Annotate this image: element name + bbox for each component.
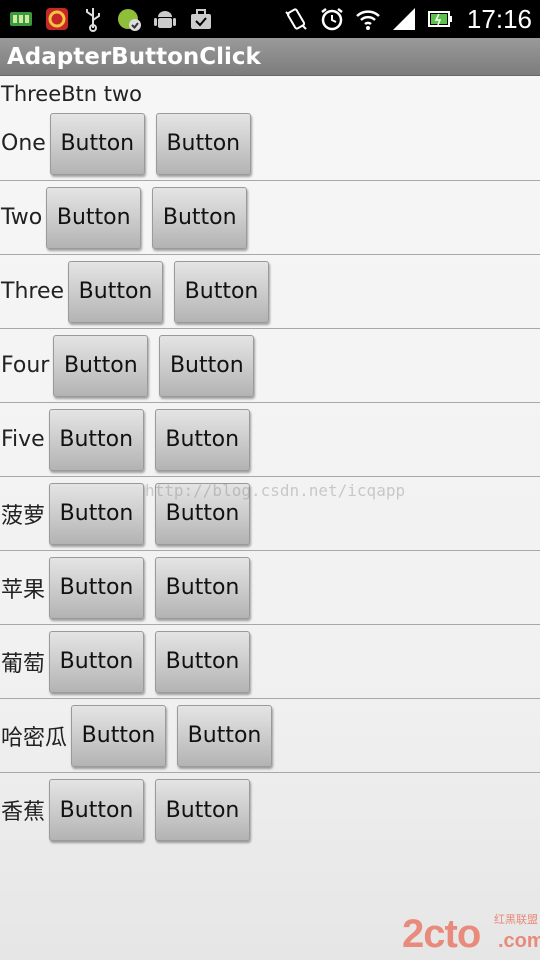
second-button[interactable]: Button bbox=[155, 779, 251, 841]
list-item: 苹果 Button Button bbox=[0, 551, 540, 625]
second-button[interactable]: Button bbox=[177, 704, 273, 767]
logo-small-text: 红黑联盟 bbox=[494, 913, 538, 926]
first-button[interactable]: Button bbox=[46, 186, 142, 249]
app-icon bbox=[44, 6, 70, 32]
row-label: 菠萝 bbox=[1, 503, 46, 529]
first-button[interactable]: Button bbox=[49, 112, 145, 175]
row-label: 葡萄 bbox=[1, 651, 46, 677]
item-list: One Button Button Two Button Button Thre… bbox=[0, 107, 540, 847]
first-button[interactable]: Button bbox=[49, 630, 145, 693]
android-helper-icon bbox=[116, 6, 142, 32]
row-label: 哈密瓜 bbox=[1, 725, 68, 751]
sim-icon bbox=[8, 6, 34, 32]
row-label: Four bbox=[1, 353, 50, 378]
second-button[interactable]: Button bbox=[154, 408, 250, 471]
clock: 17:16 bbox=[466, 4, 532, 34]
usb-icon bbox=[80, 6, 106, 32]
header-text: ThreeBtn two bbox=[1, 82, 143, 106]
signal-icon bbox=[391, 6, 417, 32]
list-item: Five Button Button bbox=[0, 403, 540, 477]
first-button[interactable]: Button bbox=[48, 408, 144, 471]
alarm-icon bbox=[319, 6, 345, 32]
second-button[interactable]: Button bbox=[159, 334, 255, 397]
second-button[interactable]: Button bbox=[174, 260, 270, 323]
android-icon bbox=[152, 6, 178, 32]
first-button[interactable]: Button bbox=[71, 704, 167, 767]
row-label: One bbox=[1, 131, 46, 156]
app-title: AdapterButtonClick bbox=[0, 38, 540, 76]
wifi-icon bbox=[355, 6, 381, 32]
second-button[interactable]: Button bbox=[155, 630, 251, 693]
row-label: 香蕉 bbox=[1, 800, 46, 825]
row-label: Three bbox=[1, 279, 65, 304]
list-item: Three Button Button bbox=[0, 255, 540, 329]
battery-icon bbox=[427, 6, 453, 32]
watermark-url: http://blog.csdn.net/icqapp bbox=[145, 481, 406, 500]
first-button[interactable]: Button bbox=[49, 779, 145, 841]
row-label: Two bbox=[1, 205, 43, 230]
status-bar: 17:16 bbox=[0, 0, 540, 38]
first-button[interactable]: Button bbox=[49, 482, 145, 545]
first-button[interactable]: Button bbox=[68, 260, 164, 323]
list-item: Two Button Button bbox=[0, 181, 540, 255]
watermark-logo: 2cto 红黑联盟 .com bbox=[402, 912, 540, 956]
list-item: Four Button Button bbox=[0, 329, 540, 403]
first-button[interactable]: Button bbox=[53, 334, 149, 397]
briefcase-icon bbox=[188, 6, 214, 32]
second-button[interactable]: Button bbox=[155, 112, 251, 175]
first-button[interactable]: Button bbox=[49, 556, 145, 619]
vibrate-icon bbox=[283, 6, 309, 32]
second-button[interactable]: Button bbox=[155, 556, 251, 619]
logo-main-text: 2cto bbox=[402, 912, 481, 956]
list-item: 葡萄 Button Button bbox=[0, 625, 540, 699]
second-button[interactable]: Button bbox=[152, 186, 248, 249]
list-item: One Button Button bbox=[0, 107, 540, 181]
list-item: 哈密瓜 Button Button bbox=[0, 699, 540, 773]
list-item: 香蕉 Button Button bbox=[0, 773, 540, 847]
row-label: 苹果 bbox=[1, 577, 46, 603]
row-label: Five bbox=[1, 427, 45, 452]
logo-com-text: .com bbox=[498, 930, 540, 952]
